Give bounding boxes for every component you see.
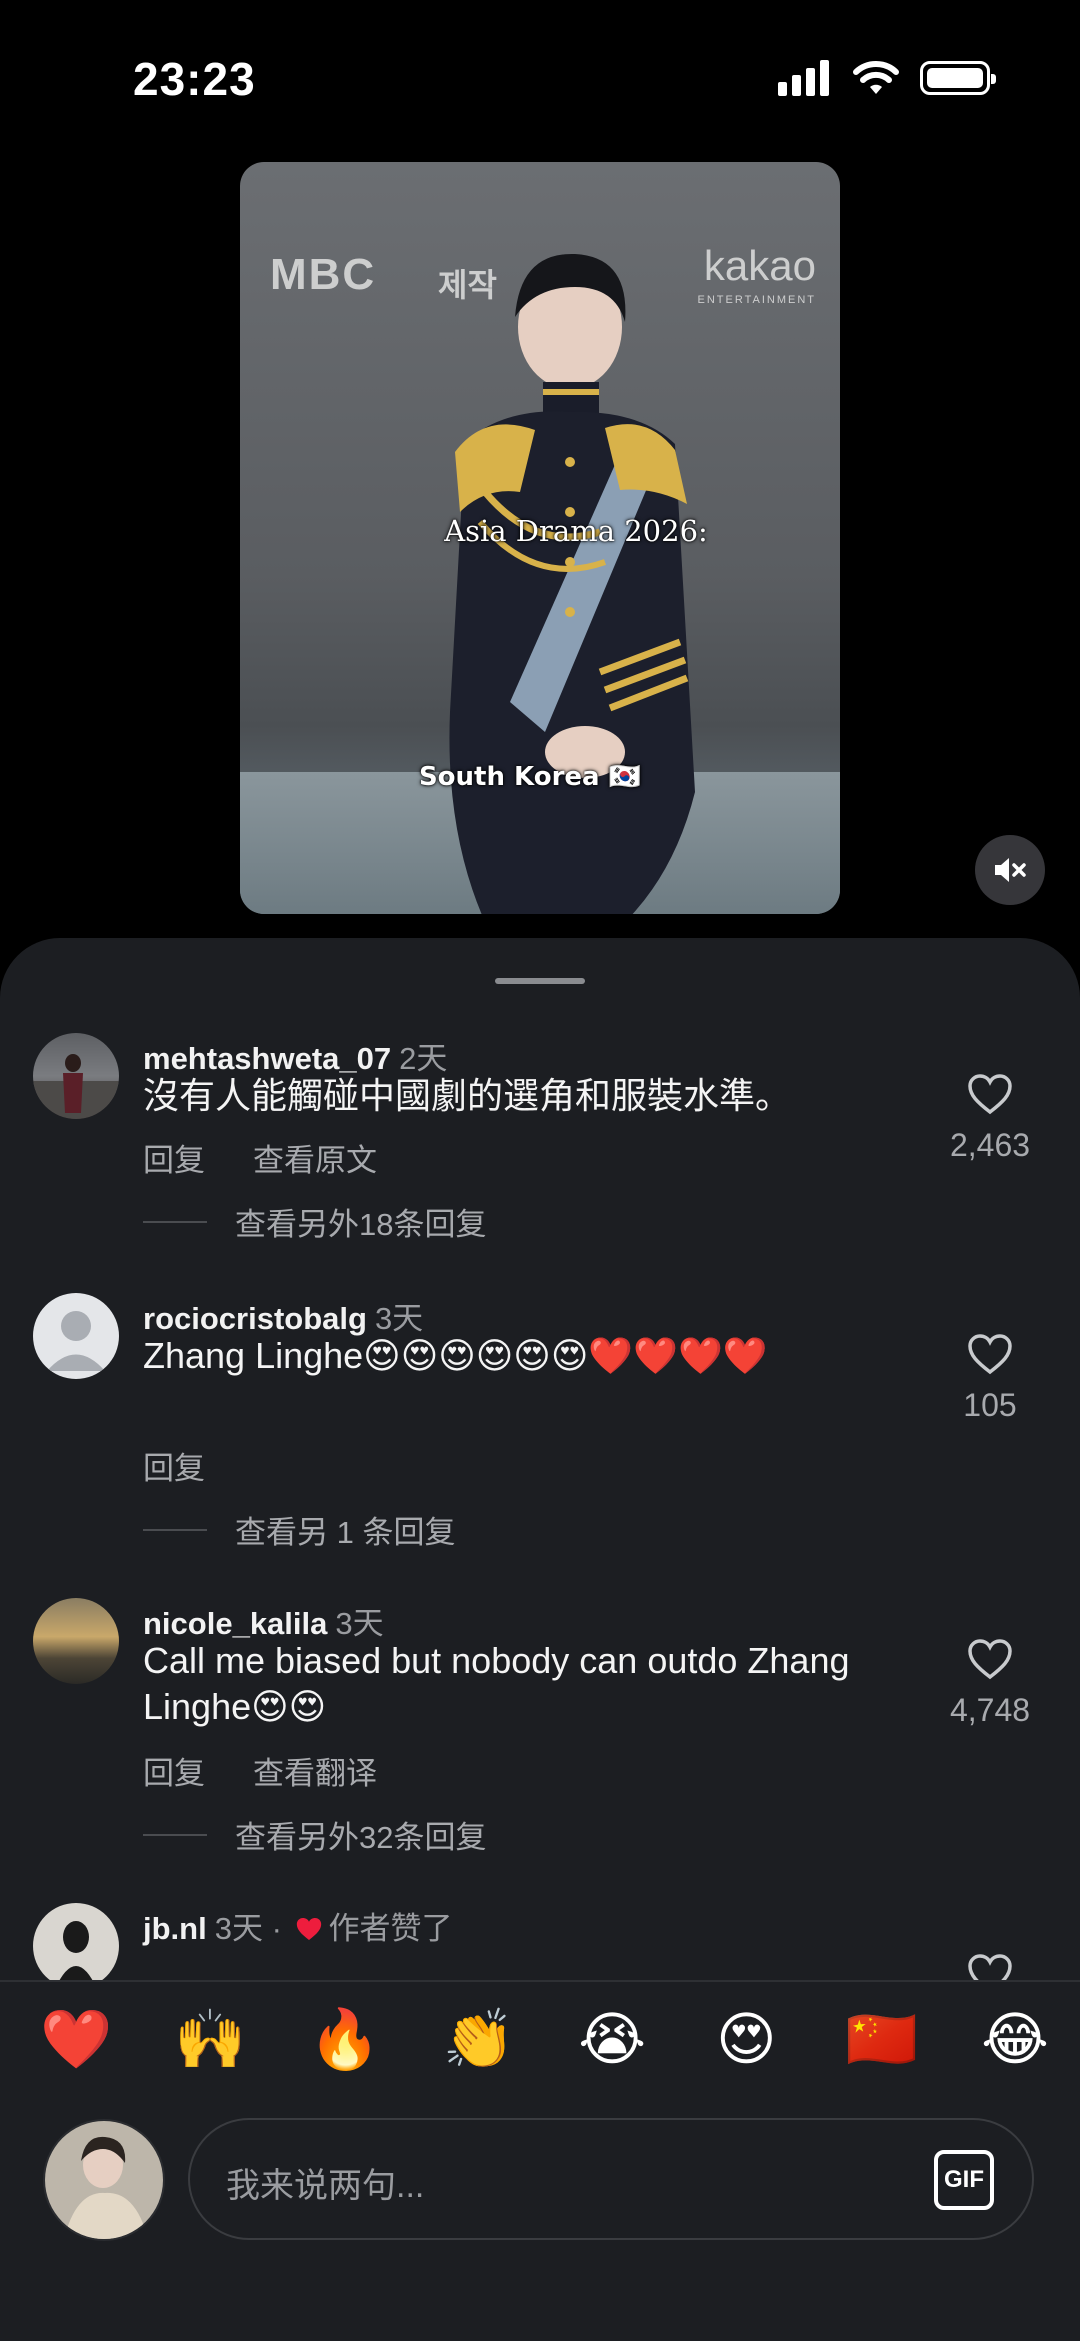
my-avatar[interactable] <box>43 2119 165 2241</box>
status-icons <box>778 60 996 96</box>
avatar-photo <box>55 1921 97 1989</box>
avatar[interactable] <box>33 1598 119 1684</box>
replies-divider <box>143 1220 207 1223</box>
status-time: 23:23 <box>133 53 256 105</box>
video-player[interactable]: MBC 제작 kakao ENTERTAINMENT Asia Drama 20… <box>240 162 840 914</box>
view-replies-label: 查看另外18条回复 <box>235 1207 487 1242</box>
emoji-heart[interactable]: ❤️ <box>40 2004 112 2074</box>
sheet-drag-handle[interactable] <box>495 978 585 984</box>
speaker-muted-icon <box>995 858 1026 882</box>
heart-outline-icon <box>968 1074 1012 1115</box>
mute-button[interactable] <box>975 835 1045 905</box>
view-replies-link[interactable]: 查看另外18条回复 <box>143 1199 486 1244</box>
comment-actions: 回复 查看原文 <box>143 1135 377 1180</box>
reply-button[interactable]: 回复 <box>143 1748 205 1793</box>
comment-text: Zhang Linghe😍😍😍😍😍😍❤️❤️❤️❤️ <box>143 1335 768 1376</box>
emoji-clapping[interactable]: 👏 <box>443 2004 515 2074</box>
video-brand-kakao-sub: ENTERTAINMENT <box>697 294 816 306</box>
video-caption-top: Asia Drama 2026: <box>444 514 708 548</box>
emoji-fire[interactable]: 🔥 <box>309 2004 381 2074</box>
gif-button[interactable]: GIF <box>934 2150 994 2210</box>
replies-divider <box>143 1528 207 1531</box>
video-caption-bottom: South Korea 🇰🇷 <box>418 762 642 792</box>
reply-button[interactable]: 回复 <box>143 1135 205 1180</box>
view-translation-button[interactable]: 查看翻译 <box>253 1748 377 1793</box>
quick-emoji-bar: ❤️ 🙌 🔥 👏 😭 😍 🇨🇳 😂 <box>40 2004 1050 2074</box>
comment-actions: 回复 查看翻译 <box>143 1748 377 1793</box>
heart-outline-icon <box>968 1334 1012 1375</box>
view-original-button[interactable]: 查看原文 <box>253 1135 377 1180</box>
emoji-china-flag[interactable]: 🇨🇳 <box>846 2004 918 2074</box>
avatar-photo <box>33 1054 119 1119</box>
liked-by-author-label: 作者赞了 <box>328 1911 453 1946</box>
avatar-photo <box>45 2121 163 2239</box>
comment-text: 沒有人能觸碰中國劇的選角和服裝水準。 <box>143 1075 792 1116</box>
comment-text: Call me biased but nobody can outdo Zhan… <box>143 1640 850 1727</box>
view-replies-link[interactable]: 查看另外32条回复 <box>143 1812 486 1857</box>
comment-header: jb.nl 3天 · 作者赞了 <box>143 1903 453 1948</box>
comment-username[interactable]: rociocristobalg <box>143 1301 367 1336</box>
comment-input[interactable]: 我来说两句... GIF <box>188 2118 1034 2240</box>
comment-time: 3天 <box>374 1301 424 1336</box>
comment-header: rociocristobalg 3天 <box>143 1293 423 1338</box>
like-button[interactable]: 4,748 <box>930 1638 1050 1729</box>
comment-time: 2天 <box>399 1041 448 1076</box>
avatar[interactable] <box>33 1903 119 1989</box>
view-replies-label: 查看另外32条回复 <box>235 1820 487 1855</box>
battery-icon <box>920 61 996 95</box>
comment-header: nicole_kalila 3天 <box>143 1598 384 1643</box>
comment-username[interactable]: jb.nl <box>143 1911 207 1946</box>
like-count: 2,463 <box>949 1127 1031 1163</box>
like-count: 4,748 <box>949 1692 1031 1728</box>
view-replies-link[interactable]: 查看另 1 条回复 <box>143 1507 455 1552</box>
wifi-icon <box>853 61 899 94</box>
comment-input-placeholder: 我来说两句... <box>226 2167 425 2205</box>
like-button[interactable]: 105 <box>930 1333 1050 1424</box>
comment-time: 3天 · <box>214 1911 291 1946</box>
like-button[interactable]: 2,463 <box>930 1073 1050 1164</box>
reply-button[interactable]: 回复 <box>143 1443 205 1488</box>
avatar[interactable] <box>33 1033 119 1119</box>
comment-username[interactable]: nicole_kalila <box>143 1606 327 1641</box>
signal-icon <box>778 60 829 96</box>
emoji-raising-hands[interactable]: 🙌 <box>174 2004 246 2074</box>
comment-time: 3天 <box>335 1606 384 1641</box>
like-count: 105 <box>963 1387 1017 1423</box>
replies-divider <box>143 1833 207 1836</box>
status-bar: 23:23 <box>0 0 1080 150</box>
comment-header: mehtashweta_07 2天 <box>143 1033 447 1078</box>
heart-filled-icon <box>296 1918 321 1940</box>
comment-username[interactable]: mehtashweta_07 <box>143 1041 391 1076</box>
emoji-tears-of-joy[interactable]: 😂 <box>980 2004 1050 2074</box>
view-replies-label: 查看另 1 条回复 <box>235 1515 456 1550</box>
video-brand-kakao: kakao <box>703 242 816 289</box>
avatar[interactable] <box>33 1293 119 1379</box>
default-user-icon <box>47 1311 105 1371</box>
comment-composer: ❤️ 🙌 🔥 👏 😭 😍 🇨🇳 😂 我来说两句... GIF <box>0 1980 1080 2341</box>
video-brand-mbc: MBC <box>270 250 377 299</box>
emoji-heart-eyes[interactable]: 😍 <box>711 2004 781 2074</box>
comment-actions: 回复 <box>143 1443 205 1488</box>
uniformed-person-figure <box>449 253 695 914</box>
heart-outline-icon <box>968 1639 1012 1680</box>
emoji-crying[interactable]: 😭 <box>577 2004 647 2074</box>
